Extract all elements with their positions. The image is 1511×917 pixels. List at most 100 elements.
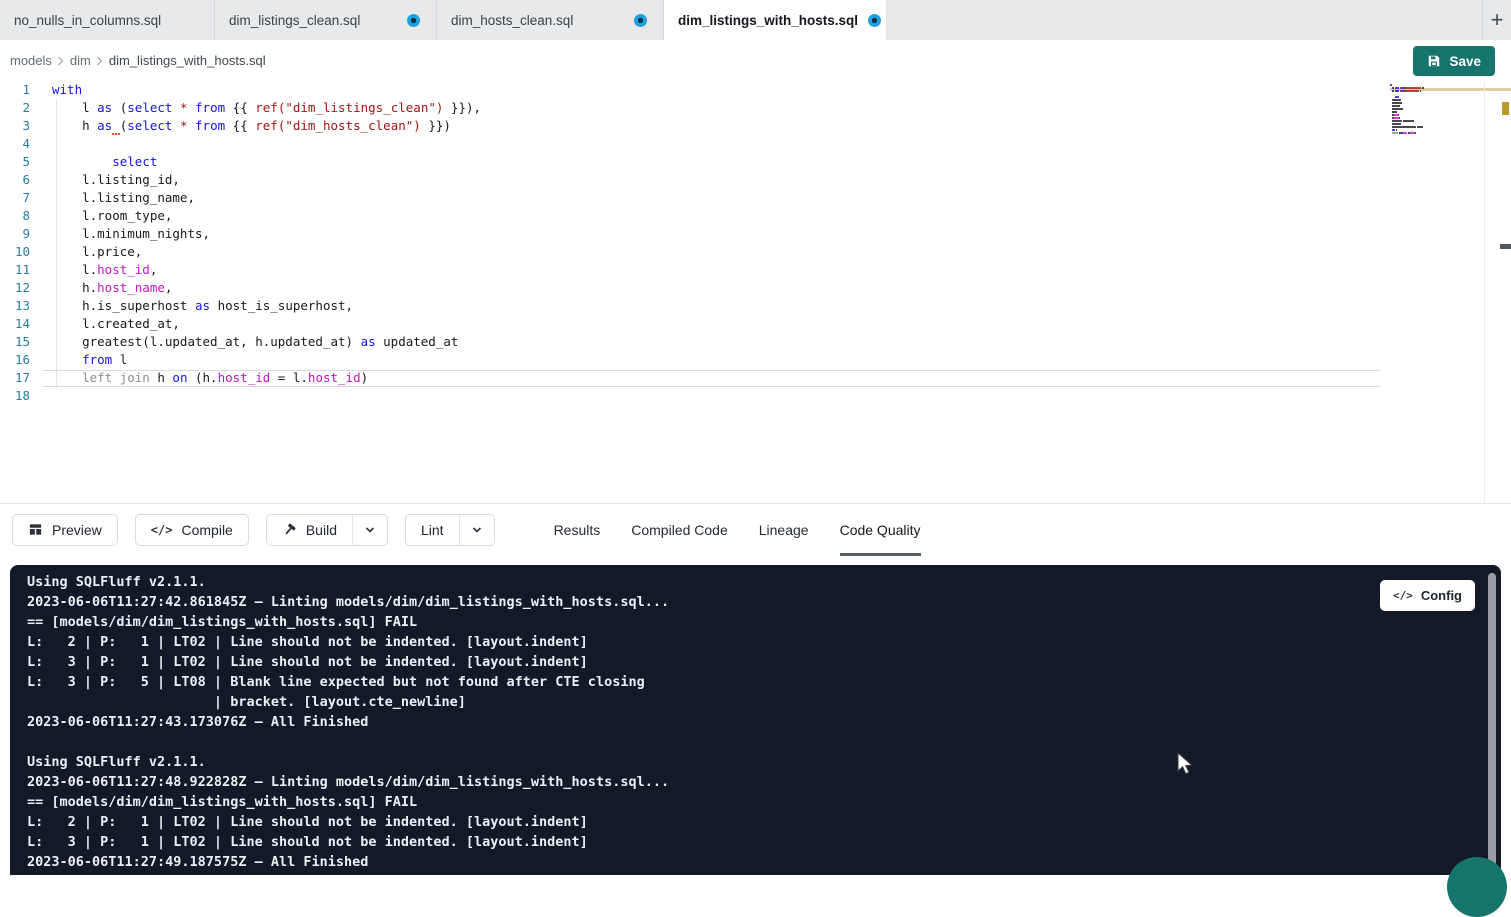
code-line: left join h on (h.host_id = l.host_id) [52, 370, 481, 388]
compile-button-label: Compile [181, 522, 232, 538]
line-number: 1 [0, 82, 30, 100]
breadcrumb-models[interactable]: models [10, 53, 52, 68]
terminal-line: L: 2 | P: 1 | LT02 | Line should not be … [27, 634, 1501, 654]
terminal-line: 2023-06-06T11:27:42.861845Z — Linting mo… [27, 594, 1501, 614]
minimap[interactable] [1390, 84, 1465, 138]
panel-tab-lineage[interactable]: Lineage [759, 504, 809, 556]
line-number: 10 [0, 244, 30, 262]
editor-tab[interactable]: dim_listings_with_hosts.sql [664, 0, 887, 40]
line-number: 13 [0, 298, 30, 316]
terminal-line: 2023-06-06T11:27:48.922828Z — Linting mo… [27, 774, 1501, 794]
file-header: models dim dim_listings_with_hosts.sql S… [0, 40, 1511, 82]
line-number: 14 [0, 316, 30, 334]
terminal-line: == [models/dim/dim_listings_with_hosts.s… [27, 614, 1501, 634]
line-number: 5 [0, 154, 30, 172]
code-line: l.minimum_nights, [52, 226, 481, 244]
line-number: 11 [0, 262, 30, 280]
modified-dot-icon [407, 14, 420, 27]
tab-strip: no_nulls_in_columns.sql dim_listings_clea… [0, 0, 887, 40]
line-number: 17 [0, 370, 30, 388]
overview-ruler-warning-marker [1502, 102, 1509, 115]
save-button[interactable]: Save [1413, 46, 1495, 76]
code-line [52, 136, 481, 154]
line-number: 3 [0, 118, 30, 136]
lint-dropdown-button[interactable] [459, 514, 495, 546]
code-line: h as (select * from {{ ref("dim_hosts_cl… [52, 118, 481, 136]
save-icon [1427, 54, 1441, 68]
new-tab-button[interactable]: + [1482, 0, 1511, 40]
tab-label: no_nulls_in_columns.sql [14, 13, 161, 28]
code-line: from l [52, 352, 481, 370]
line-number: 16 [0, 352, 30, 370]
terminal-line: L: 3 | P: 1 | LT02 | Line should not be … [27, 834, 1501, 854]
terminal-line: Using SQLFluff v2.1.1. [27, 574, 1501, 594]
preview-button[interactable]: Preview [12, 514, 118, 546]
code-line: select [52, 154, 481, 172]
editor-tab-bar: no_nulls_in_columns.sql dim_listings_clea… [0, 0, 1511, 40]
code-lines: with l as (select * from {{ ref("dim_lis… [52, 82, 481, 406]
line-number: 2 [0, 100, 30, 118]
line-number: 15 [0, 334, 30, 352]
lint-button-label: Lint [421, 522, 444, 538]
compile-button[interactable]: </> Compile [135, 514, 249, 546]
panel-tab-results[interactable]: Results [554, 504, 601, 556]
panel-tab-code-quality[interactable]: Code Quality [840, 504, 921, 556]
preview-button-label: Preview [52, 522, 102, 538]
terminal-panel: Using SQLFluff v2.1.1.2023-06-06T11:27:4… [10, 565, 1501, 875]
terminal-line [27, 734, 1501, 754]
code-line: greatest(l.updated_at, h.updated_at) as … [52, 334, 481, 352]
lint-button[interactable]: Lint [405, 514, 459, 546]
terminal-line: 2023-06-06T11:27:43.173076Z — All Finish… [27, 714, 1501, 734]
build-button-group: Build [266, 514, 388, 546]
terminal-line: Using SQLFluff v2.1.1. [27, 754, 1501, 774]
overview-ruler-cursor-marker [1500, 244, 1511, 249]
terminal-scrollbar[interactable] [1488, 573, 1496, 875]
code-line: h.is_superhost as host_is_superhost, [52, 298, 481, 316]
terminal-line: L: 3 | P: 1 | LT02 | Line should not be … [27, 654, 1501, 674]
chevron-down-icon [471, 524, 483, 536]
modified-dot-icon [868, 14, 881, 27]
line-number: 9 [0, 226, 30, 244]
terminal-line: == [models/dim/dim_listings_with_hosts.s… [27, 794, 1501, 814]
tab-label: dim_listings_clean.sql [229, 13, 360, 28]
chevron-right-icon [96, 56, 104, 66]
code-line: l.room_type, [52, 208, 481, 226]
config-button[interactable]: </> Config [1380, 580, 1475, 611]
line-number: 6 [0, 172, 30, 190]
line-numbers: 123456789101112131415161718 [0, 82, 30, 406]
hammer-icon [282, 522, 297, 537]
code-editor[interactable]: 123456789101112131415161718 with l as (s… [0, 82, 1511, 503]
tab-label: dim_hosts_clean.sql [451, 13, 573, 28]
editor-tab[interactable]: dim_listings_clean.sql [215, 0, 437, 40]
code-line: l.listing_id, [52, 172, 481, 190]
code-line: l.listing_name, [52, 190, 481, 208]
build-button[interactable]: Build [266, 514, 352, 546]
code-line [52, 388, 481, 406]
code-line: l.created_at, [52, 316, 481, 334]
chevron-right-icon [57, 56, 65, 66]
config-button-label: Config [1421, 588, 1462, 603]
code-brackets-icon: </> [151, 523, 173, 537]
editor-tab[interactable]: no_nulls_in_columns.sql [0, 0, 215, 40]
breadcrumb-dim[interactable]: dim [70, 53, 91, 68]
terminal-line: | bracket. [layout.cte_newline] [27, 694, 1501, 714]
code-line: l.host_id, [52, 262, 481, 280]
code-line: l as (select * from {{ ref("dim_listings… [52, 100, 481, 118]
help-floating-button[interactable] [1447, 857, 1507, 917]
chevron-down-icon [364, 524, 376, 536]
code-line: h.host_name, [52, 280, 481, 298]
code-line: with [52, 82, 481, 100]
build-dropdown-button[interactable] [352, 514, 388, 546]
terminal-line: L: 2 | P: 1 | LT02 | Line should not be … [27, 814, 1501, 834]
panel-tab-compiled-code[interactable]: Compiled Code [631, 504, 728, 556]
editor-tab[interactable]: dim_hosts_clean.sql [437, 0, 664, 40]
breadcrumb: models dim dim_listings_with_hosts.sql [10, 53, 266, 68]
modified-dot-icon [634, 14, 647, 27]
terminal-output: Using SQLFluff v2.1.1.2023-06-06T11:27:4… [10, 565, 1501, 874]
line-number: 8 [0, 208, 30, 226]
code-line: l.price, [52, 244, 481, 262]
line-number: 4 [0, 136, 30, 154]
terminal-line: L: 3 | P: 5 | LT08 | Blank line expected… [27, 674, 1501, 694]
lint-button-group: Lint [405, 514, 495, 546]
line-number: 7 [0, 190, 30, 208]
